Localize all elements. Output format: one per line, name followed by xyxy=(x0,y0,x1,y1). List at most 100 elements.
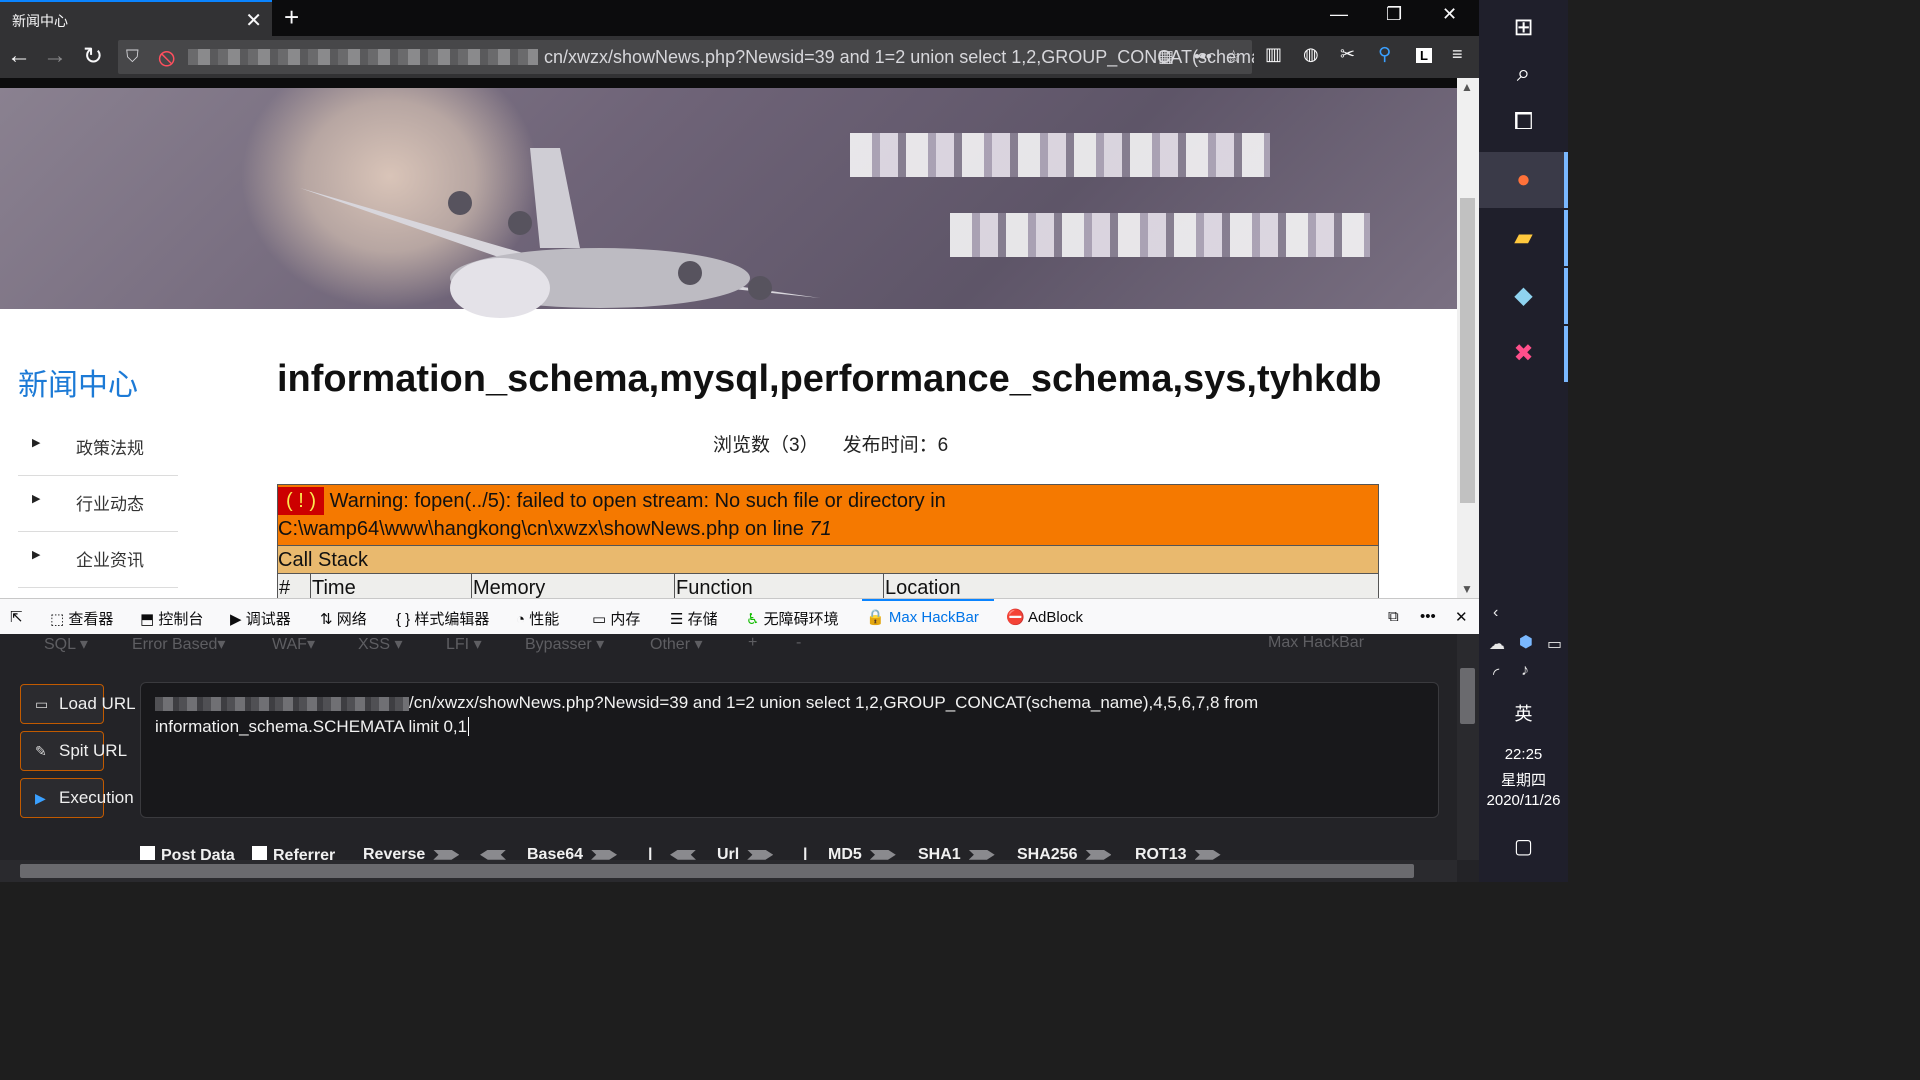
exclamation-icon: ( ! ) xyxy=(278,487,324,515)
devtools-tab-performance[interactable]: ◔ 性能 xyxy=(516,608,559,629)
arrow-right-icon xyxy=(1194,849,1221,860)
scroll-up-icon[interactable]: ▲ xyxy=(1461,80,1473,94)
url-bar[interactable]: ⛉ 🛇 cn/xwzx/showNews.php?Newsid=39 and 1… xyxy=(118,40,1254,76)
bullet-triangle-icon: ▶ xyxy=(32,437,41,449)
split-url-button[interactable]: ✎ Spit URL xyxy=(20,731,127,771)
firefox-icon[interactable]: ● xyxy=(1479,152,1568,208)
screenshot-icon[interactable]: ✂ xyxy=(1340,44,1355,65)
arrow-right-icon xyxy=(968,849,995,860)
devtools-tab-debugger[interactable]: ▶ 调试器 xyxy=(230,608,291,629)
extension-l-icon[interactable]: L xyxy=(1416,48,1432,63)
extension-icon[interactable]: ◍ xyxy=(1303,44,1319,65)
menu-xss[interactable]: XSS ▾ xyxy=(358,634,403,654)
shield-icon[interactable]: ⛉ xyxy=(126,47,139,67)
bookmark-star-icon[interactable]: ☆ xyxy=(1226,47,1241,67)
devtools-tab-network[interactable]: ⇅ 网络 xyxy=(320,608,367,629)
devtools-tab-max-hackbar[interactable]: 🔒 Max HackBar xyxy=(866,608,979,626)
col-index: # xyxy=(279,577,291,598)
devtools-tab-accessibility[interactable]: ♿ 无障碍环境 xyxy=(746,608,839,629)
reload-button[interactable]: ↻ xyxy=(78,42,108,71)
clock-time[interactable]: 22:25 xyxy=(1479,746,1568,763)
devtools-tab-storage[interactable]: ☰ 存储 xyxy=(670,608,718,629)
sidebar-item-industry[interactable]: ▶ 行业动态 xyxy=(18,478,178,532)
col-time: Time xyxy=(310,574,356,598)
menu-error-based[interactable]: Error Based▾ xyxy=(132,634,225,654)
clock-date[interactable]: 2020/11/26 xyxy=(1479,792,1568,809)
battery-icon[interactable]: ▭ xyxy=(1547,634,1562,654)
ime-indicator[interactable]: 英 xyxy=(1479,700,1568,726)
devtools-tab-console[interactable]: ⬒ 控制台 xyxy=(140,608,203,629)
tab-close-icon[interactable]: ✕ xyxy=(245,8,262,33)
menu-sql[interactable]: SQL ▾ xyxy=(44,634,88,654)
scrollbar-thumb[interactable] xyxy=(20,864,1414,878)
pixelated-slogan-2 xyxy=(950,213,1370,257)
onedrive-icon[interactable]: ☁ xyxy=(1489,634,1505,654)
restore-button[interactable]: ❐ xyxy=(1386,4,1402,25)
minimize-button[interactable]: — xyxy=(1330,4,1348,25)
devtools-tab-inspector[interactable]: ⬚ 查看器 xyxy=(50,608,113,629)
hackbar-scrollbar[interactable] xyxy=(1457,634,1479,860)
notification-icon[interactable]: ▢ xyxy=(1479,834,1568,859)
forward-button[interactable]: → xyxy=(40,42,70,70)
menu-icon[interactable]: ≡ xyxy=(1452,44,1463,65)
tab-news[interactable]: 新闻中心 ✕ xyxy=(0,0,272,36)
url-redacted xyxy=(188,49,538,65)
page-content: 新闻中心 ▶ 政策法规 ▶ 行业动态 ▶ 企业资讯 information_sc… xyxy=(0,88,1457,598)
sidebar-item-company[interactable]: ▶ 企业资讯 xyxy=(18,534,178,588)
execution-button[interactable]: ▶ Execution xyxy=(20,778,134,818)
xmind-icon[interactable]: ✖ xyxy=(1479,326,1568,382)
element-picker-icon[interactable]: ⇱ xyxy=(10,608,23,626)
scroll-down-icon[interactable]: ▼ xyxy=(1461,582,1473,596)
url-text[interactable]: cn/xwzx/showNews.php?Newsid=39 and 1=2 u… xyxy=(544,47,1254,68)
hackbar-brand: Max HackBar xyxy=(1268,634,1365,651)
hackbar-horizontal-scrollbar[interactable] xyxy=(0,860,1457,882)
taskbar: ⊞ ⌕ ⧠ ● ▰ ◆ ✖ ‹ ☁ ⬢ ▭ ◜ ♪ 英 22:25 星期四 20… xyxy=(1479,0,1568,882)
insecure-lock-icon[interactable]: 🛇 xyxy=(158,47,175,76)
dock-icon[interactable]: ⧉ xyxy=(1388,608,1399,625)
arrow-right-icon xyxy=(869,849,896,860)
checkbox-icon xyxy=(252,846,267,861)
clock-weekday[interactable]: 星期四 xyxy=(1479,769,1568,790)
style-editor-icon: { } xyxy=(396,611,411,628)
scrollbar-thumb[interactable] xyxy=(1460,198,1475,503)
load-url-icon: ▭ xyxy=(35,696,49,712)
app-icon[interactable]: ◆ xyxy=(1479,268,1568,324)
security-icon[interactable]: ⬢ xyxy=(1519,632,1533,652)
menu-waf[interactable]: WAF▾ xyxy=(272,634,315,654)
page-actions-icon[interactable]: ••• xyxy=(1194,47,1212,67)
scrollbar-thumb[interactable] xyxy=(1460,668,1475,724)
new-tab-button[interactable]: + xyxy=(284,2,299,33)
devtools-tab-adblock[interactable]: ⛔ AdBlock xyxy=(1006,608,1083,626)
active-tab-indicator xyxy=(862,599,994,601)
devtools-tab-style-editor[interactable]: { } 样式编辑器 xyxy=(396,608,489,629)
adblock-icon: ⛔ xyxy=(1006,609,1025,626)
sidebar-icon[interactable]: ▥ xyxy=(1265,44,1282,65)
warning-line-number: 71 xyxy=(809,518,832,540)
qr-code-icon[interactable]: ▦ xyxy=(1158,47,1174,67)
wifi-icon[interactable]: ◜ xyxy=(1493,664,1499,684)
arrow-right-icon xyxy=(1085,849,1112,860)
menu-plus[interactable]: + xyxy=(748,634,757,652)
menu-other[interactable]: Other ▾ xyxy=(650,634,703,654)
menu-lfi[interactable]: LFI ▾ xyxy=(446,634,482,654)
debugger-icon: ▶ xyxy=(230,611,242,628)
page-scrollbar[interactable]: ▲ ▼ xyxy=(1457,78,1479,598)
article-meta: 浏览数（3） 发布时间：6 xyxy=(713,430,948,457)
volume-icon[interactable]: ♪ xyxy=(1521,662,1529,680)
file-explorer-icon[interactable]: ▰ xyxy=(1479,210,1568,266)
location-icon[interactable]: ⚲ xyxy=(1378,44,1391,65)
sidebar-item-policy[interactable]: ▶ 政策法规 xyxy=(18,422,178,476)
close-window-button[interactable]: ✕ xyxy=(1442,4,1457,25)
task-view-icon[interactable]: ⧠ xyxy=(1479,94,1568,150)
chevron-left-icon[interactable]: ‹ xyxy=(1493,604,1498,622)
more-options-icon[interactable]: ••• xyxy=(1420,608,1436,625)
url-textarea[interactable]: /cn/xwzx/showNews.php?Newsid=39 and 1=2 … xyxy=(140,682,1439,818)
menu-bypasser[interactable]: Bypasser ▾ xyxy=(525,634,604,654)
load-url-button[interactable]: ▭ Load URL xyxy=(20,684,136,724)
devtools-tab-memory[interactable]: ▭ 内存 xyxy=(592,608,640,629)
execute-icon: ▶ xyxy=(35,790,46,806)
sidebar-item-label: 行业动态 xyxy=(76,495,144,514)
close-devtools-icon[interactable]: ✕ xyxy=(1455,608,1468,626)
menu-minus[interactable]: - xyxy=(796,634,801,652)
back-button[interactable]: ← xyxy=(4,42,34,70)
